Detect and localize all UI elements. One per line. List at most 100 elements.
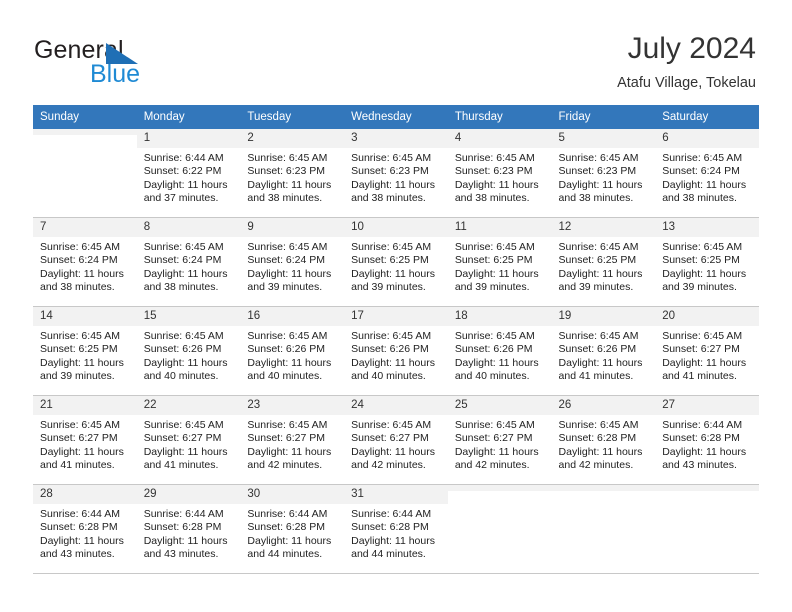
daylight-text-line1: Daylight: 11 hours: [558, 267, 643, 280]
daylight-text-line2: and 39 minutes.: [558, 281, 634, 294]
day-number: 15: [136, 307, 241, 326]
day-details: Sunrise: 6:45 AM Sunset: 6:27 PM Daylight:…: [448, 415, 552, 473]
calendar-day-cell[interactable]: 24 Sunrise: 6:45 AM Sunset: 6:27 PM Dayligh…: [344, 395, 448, 485]
weekday-header-sunday: Sunday: [33, 105, 137, 129]
day-details: Sunrise: 6:44 AM Sunset: 6:28 PM Daylight:…: [33, 504, 137, 562]
weekday-header-tuesday: Tuesday: [240, 105, 345, 129]
sunset-text: Sunset: 6:28 PM: [351, 521, 429, 534]
daylight-text-line2: and 43 minutes.: [662, 459, 737, 472]
calendar-day-cell[interactable]: 30 Sunrise: 6:44 AM Sunset: 6:28 PM Dayligh…: [240, 484, 345, 574]
day-details: Sunrise: 6:45 AM Sunset: 6:28 PM Daylight:…: [552, 415, 656, 473]
sunset-text: Sunset: 6:25 PM: [454, 254, 533, 267]
calendar-day-cell[interactable]: 8 Sunrise: 6:45 AM Sunset: 6:24 PM Daylight…: [136, 217, 241, 307]
calendar-day-cell[interactable]: 21 Sunrise: 6:45 AM Sunset: 6:27 PM Dayligh…: [33, 395, 137, 485]
day-details: Sunrise: 6:45 AM Sunset: 6:24 PM Daylight:…: [655, 148, 759, 206]
calendar-day-cell-empty: [447, 484, 552, 574]
daylight-text-line2: and 38 minutes.: [558, 192, 634, 205]
sunset-text: Sunset: 6:26 PM: [454, 343, 533, 356]
day-number: 13: [655, 218, 759, 237]
daylight-text-line1: Daylight: 11 hours: [40, 267, 124, 280]
calendar-day-cell[interactable]: 5 Sunrise: 6:45 AM Sunset: 6:23 PM Daylight…: [551, 128, 656, 218]
daylight-text-line1: Daylight: 11 hours: [247, 267, 332, 280]
calendar-day-cell[interactable]: 19 Sunrise: 6:45 AM Sunset: 6:26 PM Dayligh…: [551, 306, 656, 396]
daylight-text-line1: Daylight: 11 hours: [40, 534, 124, 547]
sunset-text: Sunset: 6:23 PM: [558, 165, 637, 178]
calendar-day-cell[interactable]: 31 Sunrise: 6:44 AM Sunset: 6:28 PM Dayligh…: [344, 484, 448, 574]
calendar-day-cell[interactable]: 28 Sunrise: 6:44 AM Sunset: 6:28 PM Dayligh…: [33, 484, 137, 574]
calendar-day-cell[interactable]: 13 Sunrise: 6:45 AM Sunset: 6:25 PM Dayligh…: [655, 217, 759, 307]
daylight-text-line2: and 42 minutes.: [351, 459, 426, 472]
calendar-day-cell[interactable]: 29 Sunrise: 6:44 AM Sunset: 6:28 PM Dayligh…: [136, 484, 241, 574]
sunset-text: Sunset: 6:26 PM: [143, 343, 222, 356]
sunrise-text: Sunrise: 6:45 AM: [558, 419, 639, 431]
calendar-day-cell[interactable]: 17 Sunrise: 6:45 AM Sunset: 6:26 PM Dayligh…: [344, 306, 448, 396]
calendar-day-cell[interactable]: 11 Sunrise: 6:45 AM Sunset: 6:25 PM Dayligh…: [447, 217, 552, 307]
sunset-text: Sunset: 6:28 PM: [247, 521, 326, 534]
day-number: 17: [344, 307, 448, 326]
calendar-day-cell[interactable]: 1 Sunrise: 6:44 AM Sunset: 6:22 PM Daylight…: [136, 128, 241, 218]
calendar-page: General Blue July 2024 Atafu Village, To…: [0, 0, 792, 612]
sunset-text: Sunset: 6:23 PM: [351, 165, 429, 178]
calendar-day-cell[interactable]: 27 Sunrise: 6:44 AM Sunset: 6:28 PM Dayligh…: [655, 395, 759, 485]
calendar-day-cell-empty: [33, 128, 137, 218]
calendar-day-cell[interactable]: 3 Sunrise: 6:45 AM Sunset: 6:23 PM Daylight…: [344, 128, 448, 218]
calendar-day-cell[interactable]: 22 Sunrise: 6:45 AM Sunset: 6:27 PM Dayligh…: [136, 395, 241, 485]
day-number: [551, 485, 656, 491]
day-number: 18: [447, 307, 552, 326]
calendar-day-cell[interactable]: 6 Sunrise: 6:45 AM Sunset: 6:24 PM Daylight…: [655, 128, 759, 218]
title-block: July 2024 Atafu Village, Tokelau: [617, 30, 756, 94]
day-number: 2: [240, 129, 345, 148]
day-number: 29: [136, 485, 241, 504]
day-details: Sunrise: 6:45 AM Sunset: 6:25 PM Daylight:…: [552, 237, 656, 295]
calendar-day-cell[interactable]: 26 Sunrise: 6:45 AM Sunset: 6:28 PM Dayligh…: [551, 395, 656, 485]
daylight-text-line2: and 41 minutes.: [40, 459, 115, 472]
daylight-text-line1: Daylight: 11 hours: [662, 356, 747, 369]
sunrise-text: Sunrise: 6:45 AM: [143, 419, 224, 431]
calendar-day-cell[interactable]: 10 Sunrise: 6:45 AM Sunset: 6:25 PM Dayligh…: [344, 217, 448, 307]
calendar-day-cell[interactable]: 2 Sunrise: 6:45 AM Sunset: 6:23 PM Daylight…: [240, 128, 345, 218]
sunset-text: Sunset: 6:26 PM: [558, 343, 637, 356]
daylight-text-line1: Daylight: 11 hours: [143, 356, 228, 369]
daylight-text-line2: and 38 minutes.: [351, 192, 426, 205]
daylight-text-line2: and 42 minutes.: [558, 459, 634, 472]
day-number: 5: [551, 129, 656, 148]
sunset-text: Sunset: 6:25 PM: [351, 254, 429, 267]
weekday-header-monday: Monday: [136, 105, 241, 129]
sunrise-text: Sunrise: 6:45 AM: [40, 419, 120, 431]
weekday-header-saturday: Saturday: [655, 105, 759, 129]
sunset-text: Sunset: 6:28 PM: [40, 521, 118, 534]
calendar-day-cell[interactable]: 9 Sunrise: 6:45 AM Sunset: 6:24 PM Daylight…: [240, 217, 345, 307]
calendar-day-cell[interactable]: 4 Sunrise: 6:45 AM Sunset: 6:23 PM Daylight…: [447, 128, 552, 218]
calendar-day-cell[interactable]: 16 Sunrise: 6:45 AM Sunset: 6:26 PM Dayligh…: [240, 306, 345, 396]
day-number: 21: [33, 396, 137, 415]
day-number: 23: [240, 396, 345, 415]
sunrise-text: Sunrise: 6:45 AM: [662, 241, 743, 253]
calendar-day-cell[interactable]: 23 Sunrise: 6:45 AM Sunset: 6:27 PM Dayligh…: [240, 395, 345, 485]
calendar-day-cell[interactable]: 15 Sunrise: 6:45 AM Sunset: 6:26 PM Dayligh…: [136, 306, 241, 396]
sunset-text: Sunset: 6:22 PM: [143, 165, 222, 178]
sunrise-text: Sunrise: 6:45 AM: [558, 152, 639, 164]
sunset-text: Sunset: 6:28 PM: [558, 432, 637, 445]
day-details: Sunrise: 6:45 AM Sunset: 6:27 PM Daylight:…: [655, 326, 759, 384]
sunset-text: Sunset: 6:26 PM: [247, 343, 326, 356]
calendar-day-cell[interactable]: 20 Sunrise: 6:45 AM Sunset: 6:27 PM Dayligh…: [655, 306, 759, 396]
daylight-text-line2: and 38 minutes.: [40, 281, 115, 294]
sunrise-text: Sunrise: 6:45 AM: [558, 241, 639, 253]
calendar-day-cell[interactable]: 25 Sunrise: 6:45 AM Sunset: 6:27 PM Dayligh…: [447, 395, 552, 485]
sunset-text: Sunset: 6:24 PM: [143, 254, 222, 267]
calendar-day-cell[interactable]: 18 Sunrise: 6:45 AM Sunset: 6:26 PM Dayligh…: [447, 306, 552, 396]
day-details: Sunrise: 6:45 AM Sunset: 6:27 PM Daylight:…: [344, 415, 448, 473]
daylight-text-line1: Daylight: 11 hours: [351, 445, 435, 458]
daylight-text-line1: Daylight: 11 hours: [454, 445, 539, 458]
calendar-day-cell[interactable]: 7 Sunrise: 6:45 AM Sunset: 6:24 PM Daylight…: [33, 217, 137, 307]
day-number: 3: [344, 129, 448, 148]
sunrise-text: Sunrise: 6:45 AM: [351, 152, 432, 164]
sunrise-text: Sunrise: 6:45 AM: [247, 152, 328, 164]
calendar-day-cell[interactable]: 14 Sunrise: 6:45 AM Sunset: 6:25 PM Dayligh…: [33, 306, 137, 396]
calendar-week-row: 14 Sunrise: 6:45 AM Sunset: 6:25 PM Dayligh…: [33, 306, 759, 396]
day-details: Sunrise: 6:45 AM Sunset: 6:26 PM Daylight:…: [448, 326, 552, 384]
calendar-week-row: 1 Sunrise: 6:44 AM Sunset: 6:22 PM Daylight…: [33, 128, 759, 218]
calendar-day-cell[interactable]: 12 Sunrise: 6:45 AM Sunset: 6:25 PM Dayligh…: [551, 217, 656, 307]
day-details: Sunrise: 6:45 AM Sunset: 6:26 PM Daylight:…: [240, 326, 344, 384]
sunset-text: Sunset: 6:28 PM: [662, 432, 740, 445]
